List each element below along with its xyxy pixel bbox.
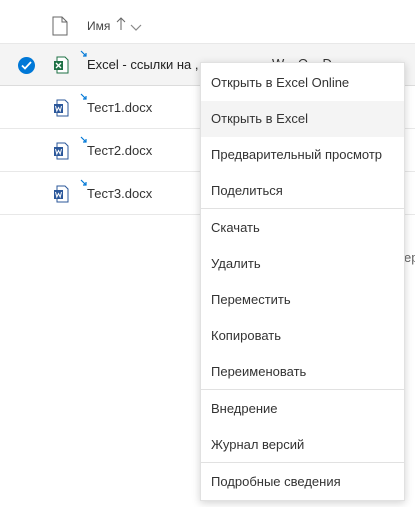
menu-separator bbox=[201, 462, 404, 463]
menu-item-delete[interactable]: Удалить bbox=[201, 246, 404, 282]
menu-item-version-history[interactable]: Журнал версий bbox=[201, 427, 404, 463]
row-checkmark-icon[interactable] bbox=[18, 57, 35, 74]
menu-item-embed[interactable]: Внедрение bbox=[201, 391, 404, 427]
menu-item-details[interactable]: Подробные сведения bbox=[201, 464, 404, 500]
name-column-header[interactable]: Имя bbox=[87, 19, 110, 33]
menu-item-preview[interactable]: Предварительный просмотр bbox=[201, 137, 404, 173]
chevron-down-icon[interactable] bbox=[130, 24, 142, 32]
menu-item-rename[interactable]: Переименовать bbox=[201, 354, 404, 390]
menu-item-download[interactable]: Скачать bbox=[201, 210, 404, 246]
menu-separator bbox=[201, 389, 404, 390]
menu-item-copy[interactable]: Копировать bbox=[201, 318, 404, 354]
menu-item-move[interactable]: Переместить bbox=[201, 282, 404, 318]
menu-item-open-in-excel-online[interactable]: Открыть в Excel Online bbox=[201, 65, 404, 101]
menu-item-open-in-excel[interactable]: Открыть в Excel bbox=[201, 101, 404, 137]
file-name[interactable]: Excel - ссылки на , bbox=[87, 57, 198, 72]
file-name[interactable]: Тест3.docx bbox=[87, 186, 152, 201]
menu-item-share[interactable]: Поделиться bbox=[201, 173, 404, 209]
context-menu: Открыть в Excel Online Открыть в Excel П… bbox=[200, 62, 405, 501]
excel-icon bbox=[54, 56, 69, 74]
file-name[interactable]: Тест2.docx bbox=[87, 143, 152, 158]
file-list-page: Имя Excel - ссылки на , W... O... D... bbox=[0, 0, 415, 507]
word-icon bbox=[54, 99, 69, 117]
menu-separator bbox=[201, 208, 404, 209]
file-name[interactable]: Тест1.docx bbox=[87, 100, 152, 115]
document-icon[interactable] bbox=[52, 16, 68, 36]
list-header: Имя bbox=[0, 0, 415, 44]
sort-ascending-icon[interactable] bbox=[116, 17, 126, 31]
word-icon bbox=[54, 185, 69, 203]
word-icon bbox=[54, 142, 69, 160]
right-edge-text-fragment: ер bbox=[404, 250, 415, 265]
